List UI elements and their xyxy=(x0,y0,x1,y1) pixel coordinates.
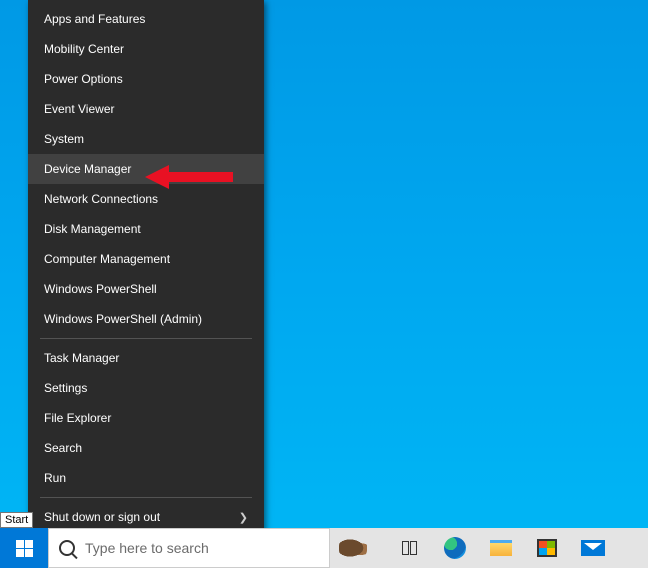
taskbar-platypus-icon[interactable] xyxy=(330,528,376,568)
menu-label: Run xyxy=(44,471,66,485)
menu-label: System xyxy=(44,132,84,146)
menu-network-connections[interactable]: Network Connections xyxy=(28,184,264,214)
taskview-icon xyxy=(402,541,417,555)
menu-label: Apps and Features xyxy=(44,12,145,26)
winx-context-menu: Apps and Features Mobility Center Power … xyxy=(28,0,264,566)
taskbar-store[interactable] xyxy=(524,528,570,568)
menu-event-viewer[interactable]: Event Viewer xyxy=(28,94,264,124)
windows-logo-icon xyxy=(16,540,33,557)
menu-label: Shut down or sign out xyxy=(44,510,160,524)
ms-store-icon xyxy=(537,539,557,557)
menu-label: Network Connections xyxy=(44,192,158,206)
menu-separator xyxy=(40,497,252,498)
menu-label: Windows PowerShell (Admin) xyxy=(44,312,202,326)
taskbar-mail[interactable] xyxy=(570,528,616,568)
menu-search[interactable]: Search xyxy=(28,433,264,463)
menu-label: Mobility Center xyxy=(44,42,124,56)
menu-apps-features[interactable]: Apps and Features xyxy=(28,4,264,34)
chevron-right-icon: ❯ xyxy=(239,511,248,524)
taskbar: Type here to search xyxy=(0,528,648,568)
menu-label: Task Manager xyxy=(44,351,119,365)
search-box[interactable]: Type here to search xyxy=(48,528,330,568)
tooltip-text: Start xyxy=(5,514,28,526)
menu-task-manager[interactable]: Task Manager xyxy=(28,343,264,373)
menu-run[interactable]: Run xyxy=(28,463,264,493)
menu-label: Device Manager xyxy=(44,162,131,176)
menu-label: Settings xyxy=(44,381,87,395)
taskview-button[interactable] xyxy=(386,528,432,568)
platypus-icon xyxy=(339,537,367,559)
search-icon xyxy=(59,540,75,556)
menu-label: Search xyxy=(44,441,82,455)
menu-label: File Explorer xyxy=(44,411,111,425)
mail-icon xyxy=(581,540,605,556)
file-explorer-icon xyxy=(490,540,512,556)
start-button[interactable] xyxy=(0,528,48,568)
menu-mobility-center[interactable]: Mobility Center xyxy=(28,34,264,64)
menu-file-explorer[interactable]: File Explorer xyxy=(28,403,264,433)
taskbar-edge[interactable] xyxy=(432,528,478,568)
menu-label: Computer Management xyxy=(44,252,170,266)
menu-disk-management[interactable]: Disk Management xyxy=(28,214,264,244)
menu-system[interactable]: System xyxy=(28,124,264,154)
menu-label: Disk Management xyxy=(44,222,141,236)
menu-powershell[interactable]: Windows PowerShell xyxy=(28,274,264,304)
menu-label: Power Options xyxy=(44,72,123,86)
menu-label: Windows PowerShell xyxy=(44,282,157,296)
menu-powershell-admin[interactable]: Windows PowerShell (Admin) xyxy=(28,304,264,334)
menu-label: Event Viewer xyxy=(44,102,114,116)
menu-power-options[interactable]: Power Options xyxy=(28,64,264,94)
menu-computer-management[interactable]: Computer Management xyxy=(28,244,264,274)
menu-settings[interactable]: Settings xyxy=(28,373,264,403)
menu-separator xyxy=(40,338,252,339)
taskbar-explorer[interactable] xyxy=(478,528,524,568)
menu-device-manager[interactable]: Device Manager xyxy=(28,154,264,184)
edge-icon xyxy=(444,537,466,559)
start-tooltip: Start xyxy=(0,512,33,528)
search-placeholder: Type here to search xyxy=(85,540,209,556)
